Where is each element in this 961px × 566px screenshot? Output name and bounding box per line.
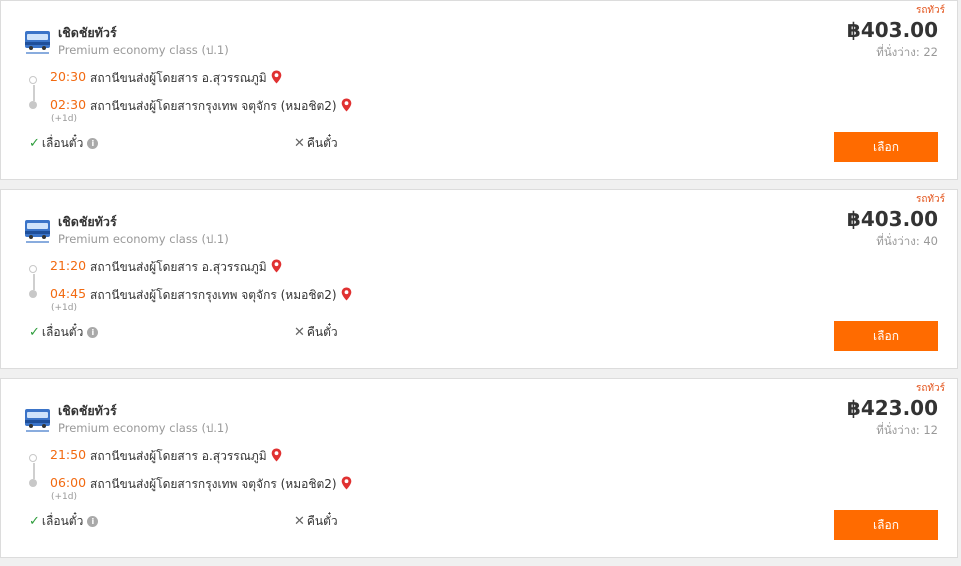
- departure-station[interactable]: สถานีขนส่งผู้โดยสาร อ.สุวรรณภูมิ: [90, 69, 282, 88]
- reschedule-label: เลื่อนตั๋ว: [41, 514, 84, 528]
- trip-card: เชิดชัยทัวร์ Premium economy class (ป.1)…: [0, 189, 958, 369]
- next-day-indicator: (+1d): [51, 492, 78, 502]
- refund-label: คืนตั๋ว: [306, 325, 338, 339]
- reschedule-policy: ✓ เลื่อนตั๋ว i: [29, 512, 99, 531]
- departure-station[interactable]: สถานีขนส่งผู้โดยสาร อ.สุวรรณภูมิ: [90, 447, 282, 466]
- info-icon[interactable]: i: [87, 138, 99, 149]
- check-icon: ✓: [29, 514, 40, 529]
- map-pin-icon[interactable]: [271, 448, 282, 462]
- map-pin-icon[interactable]: [271, 70, 282, 84]
- price: ฿403.00: [846, 18, 938, 42]
- close-icon: ✕: [294, 136, 305, 151]
- check-icon: ✓: [29, 136, 40, 151]
- departure-station-label: สถานีขนส่งผู้โดยสาร อ.สุวรรณภูมิ: [90, 260, 267, 274]
- departure-dot: [29, 454, 37, 462]
- refund-policy: ✕ คืนตั๋ว: [294, 134, 338, 153]
- arrival-time: 06:00: [50, 475, 87, 490]
- departure-dot: [29, 265, 37, 273]
- route-line: [33, 274, 35, 290]
- info-icon[interactable]: i: [87, 327, 99, 338]
- refund-policy: ✕ คืนตั๋ว: [294, 512, 338, 531]
- trip-card: เชิดชัยทัวร์ Premium economy class (ป.1)…: [0, 0, 958, 180]
- arrival-station-label: สถานีขนส่งผู้โดยสารกรุงเทพ จตุจักร (หมอช…: [90, 288, 337, 302]
- bus-class: Premium economy class (ป.1): [58, 421, 229, 435]
- close-icon: ✕: [294, 325, 305, 340]
- departure-station-label: สถานีขนส่งผู้โดยสาร อ.สุวรรณภูมิ: [90, 71, 267, 85]
- arrival-station[interactable]: สถานีขนส่งผู้โดยสารกรุงเทพ จตุจักร (หมอช…: [90, 97, 352, 116]
- departure-station[interactable]: สถานีขนส่งผู้โดยสาร อ.สุวรรณภูมิ: [90, 258, 282, 277]
- select-button[interactable]: เลือก: [834, 510, 938, 540]
- route-line: [33, 463, 35, 479]
- reschedule-policy: ✓ เลื่อนตั๋ว i: [29, 323, 99, 342]
- next-day-indicator: (+1d): [51, 114, 78, 124]
- price: ฿423.00: [846, 396, 938, 420]
- operator-name: เชิดชัยทัวร์: [58, 403, 117, 418]
- route-line: [33, 85, 35, 101]
- select-button[interactable]: เลือก: [834, 132, 938, 162]
- vehicle-type-label: รถทัวร์: [915, 194, 945, 205]
- seats-available: ที่นั่งว่าง: 40: [876, 234, 938, 248]
- departure-time: 21:20: [50, 258, 87, 273]
- check-icon: ✓: [29, 325, 40, 340]
- refund-label: คืนตั๋ว: [306, 136, 338, 150]
- map-pin-icon[interactable]: [341, 476, 352, 490]
- next-day-indicator: (+1d): [51, 303, 78, 313]
- vehicle-type-label: รถทัวร์: [915, 383, 945, 394]
- map-pin-icon[interactable]: [341, 287, 352, 301]
- reschedule-label: เลื่อนตั๋ว: [41, 325, 84, 339]
- bus-class: Premium economy class (ป.1): [58, 232, 229, 246]
- reschedule-label: เลื่อนตั๋ว: [41, 136, 84, 150]
- info-icon[interactable]: i: [87, 516, 99, 527]
- departure-time: 20:30: [50, 69, 87, 84]
- operator-name: เชิดชัยทัวร์: [58, 214, 117, 229]
- arrival-station[interactable]: สถานีขนส่งผู้โดยสารกรุงเทพ จตุจักร (หมอช…: [90, 475, 352, 494]
- departure-dot: [29, 76, 37, 84]
- operator-name: เชิดชัยทัวร์: [58, 25, 117, 40]
- arrival-dot: [29, 101, 37, 109]
- arrival-dot: [29, 479, 37, 487]
- operator-logo: [25, 220, 50, 244]
- vehicle-type-label: รถทัวร์: [915, 5, 945, 16]
- arrival-station[interactable]: สถานีขนส่งผู้โดยสารกรุงเทพ จตุจักร (หมอช…: [90, 286, 352, 305]
- map-pin-icon[interactable]: [341, 98, 352, 112]
- close-icon: ✕: [294, 514, 305, 529]
- operator-logo: [25, 409, 50, 433]
- arrival-station-label: สถานีขนส่งผู้โดยสารกรุงเทพ จตุจักร (หมอช…: [90, 99, 337, 113]
- arrival-time: 04:45: [50, 286, 87, 301]
- trip-card: เชิดชัยทัวร์ Premium economy class (ป.1)…: [0, 378, 958, 558]
- seats-available: ที่นั่งว่าง: 12: [876, 423, 938, 437]
- arrival-dot: [29, 290, 37, 298]
- select-button[interactable]: เลือก: [834, 321, 938, 351]
- departure-station-label: สถานีขนส่งผู้โดยสาร อ.สุวรรณภูมิ: [90, 449, 267, 463]
- bus-class: Premium economy class (ป.1): [58, 43, 229, 57]
- price: ฿403.00: [846, 207, 938, 231]
- arrival-station-label: สถานีขนส่งผู้โดยสารกรุงเทพ จตุจักร (หมอช…: [90, 477, 337, 491]
- departure-time: 21:50: [50, 447, 87, 462]
- reschedule-policy: ✓ เลื่อนตั๋ว i: [29, 134, 99, 153]
- map-pin-icon[interactable]: [271, 259, 282, 273]
- arrival-time: 02:30: [50, 97, 87, 112]
- operator-logo: [25, 31, 50, 55]
- refund-label: คืนตั๋ว: [306, 514, 338, 528]
- seats-available: ที่นั่งว่าง: 22: [876, 45, 938, 59]
- refund-policy: ✕ คืนตั๋ว: [294, 323, 338, 342]
